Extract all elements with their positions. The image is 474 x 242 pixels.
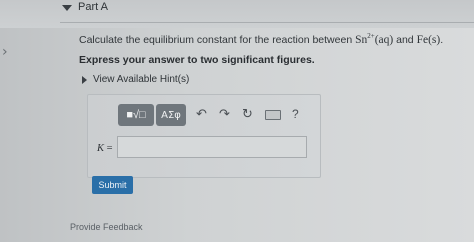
view-hints-link[interactable]: View Available Hint(s): [82, 74, 189, 85]
instruction-text: Express your answer to two significant f…: [79, 54, 315, 66]
variable-k: K: [97, 143, 105, 154]
species-iron: Fe(s): [416, 34, 441, 46]
symbols-button[interactable]: ΑΣφ: [156, 104, 186, 126]
collapse-arrow-icon[interactable]: [62, 5, 72, 11]
answer-input[interactable]: [117, 136, 307, 158]
equals-sign: =: [104, 143, 113, 154]
header-divider: [60, 22, 474, 23]
undo-icon[interactable]: ↶: [196, 107, 207, 122]
species-tin-state: (aq): [374, 34, 394, 46]
submit-button[interactable]: Submit: [92, 176, 133, 194]
species-tin-charge: 2+: [367, 32, 375, 40]
question-text: Calculate the equilibrium constant for t…: [79, 32, 443, 46]
question-connector: and: [393, 34, 417, 46]
expand-caret-icon: [82, 75, 87, 84]
answer-variable-label: K =: [97, 143, 113, 154]
view-hints-label: View Available Hint(s): [93, 74, 190, 85]
help-button[interactable]: ?: [292, 107, 299, 121]
part-title[interactable]: Part A: [78, 1, 108, 13]
species-tin-symbol: Sn: [355, 34, 368, 46]
redo-icon[interactable]: ↷: [219, 107, 230, 122]
question-suffix: .: [440, 34, 444, 46]
keyboard-icon[interactable]: [265, 110, 281, 120]
provide-feedback-link[interactable]: Provide Feedback: [70, 222, 143, 232]
question-prefix: Calculate the equilibrium constant for t…: [79, 34, 356, 46]
templates-button[interactable]: ■√□: [118, 104, 154, 126]
reset-icon[interactable]: ↻: [242, 107, 253, 122]
previous-chevron-icon[interactable]: ›: [2, 44, 8, 60]
species-tin: Sn2+(aq): [355, 32, 394, 46]
